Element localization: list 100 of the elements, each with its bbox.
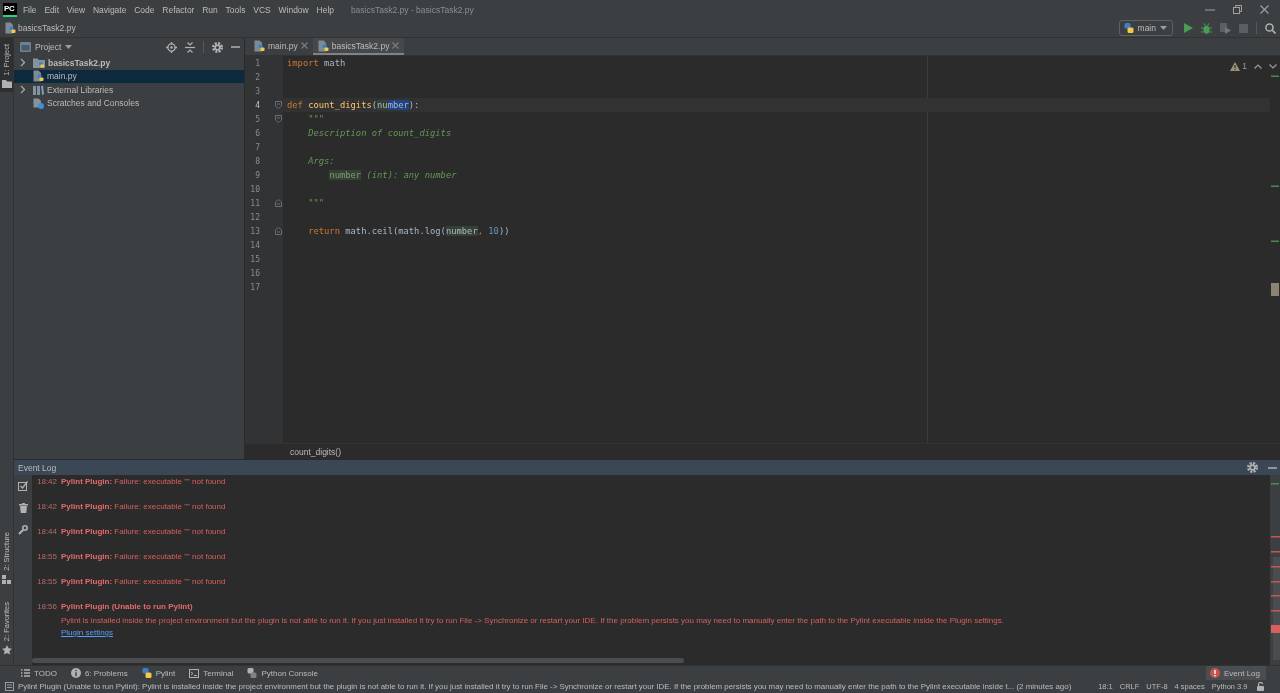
bug-icon[interactable] <box>1201 22 1212 34</box>
editor-tab[interactable]: basicsTask2.py <box>312 38 405 55</box>
menu-item[interactable]: View <box>62 4 89 15</box>
python-file-icon <box>33 70 44 83</box>
chevron-down-icon[interactable] <box>1269 63 1277 69</box>
line-number: 8 <box>254 156 260 166</box>
collapse-icon[interactable] <box>185 41 195 53</box>
lock-icon[interactable] <box>1257 682 1264 691</box>
close-icon[interactable] <box>1260 5 1269 14</box>
line-number: 6 <box>254 128 260 138</box>
python-icon <box>1123 23 1134 33</box>
line-number: 5 <box>254 114 260 124</box>
minimize-icon[interactable] <box>1268 466 1277 469</box>
code-line: def count_digits(number): <box>287 100 420 110</box>
log-message: Pylint Plugin: Failure: executable "" not found <box>61 502 226 512</box>
fold-marker-icon[interactable] <box>275 115 282 123</box>
menu-item[interactable]: Edit <box>40 4 63 15</box>
tree-item[interactable]: basicsTask2.py <box>14 56 244 70</box>
change-marker[interactable] <box>1271 75 1279 77</box>
log-time: 18:44 <box>37 527 58 537</box>
log-time: 18:55 <box>37 577 58 587</box>
crosshair-icon[interactable] <box>166 41 177 53</box>
chevron-right-icon[interactable] <box>20 85 26 95</box>
error-marker[interactable] <box>1271 566 1280 568</box>
terminal-icon <box>189 668 200 678</box>
folder-icon <box>33 57 45 68</box>
trash-icon[interactable] <box>18 503 28 513</box>
tool-window-button[interactable]: 6: Problems <box>68 666 134 680</box>
close-icon[interactable] <box>392 42 400 49</box>
breadcrumb-item[interactable]: count_digits() <box>290 446 342 457</box>
python-file-icon <box>5 22 16 34</box>
line-number: 1 <box>254 58 260 68</box>
link[interactable]: Plugin settings <box>61 627 114 639</box>
view-selector[interactable]: Project <box>20 42 73 52</box>
tool-window-button[interactable]: Pylint <box>139 666 182 680</box>
tool-window-button[interactable]: Event Log <box>1205 666 1266 680</box>
tool-window-button[interactable]: Python Console <box>245 666 324 680</box>
menu-item[interactable]: Tools <box>221 4 250 15</box>
line-number: 7 <box>254 142 260 152</box>
python-file-icon <box>317 39 329 52</box>
chevron-up-icon[interactable] <box>1254 63 1262 69</box>
menu-item[interactable]: Refactor <box>158 4 199 15</box>
menu-item[interactable]: Run <box>198 4 222 15</box>
menu-item[interactable]: Navigate <box>89 4 131 15</box>
line-number: 14 <box>249 240 260 250</box>
change-marker[interactable] <box>1271 185 1279 187</box>
search-icon[interactable] <box>1265 22 1276 34</box>
change-marker[interactable] <box>1271 483 1279 485</box>
close-icon[interactable] <box>300 42 308 49</box>
code-line: """ <box>308 198 325 208</box>
inspection-widget[interactable]: 1 <box>1230 61 1247 71</box>
tool-window-button[interactable]: TODO <box>19 666 63 680</box>
menu-item[interactable]: VCS <box>249 4 275 15</box>
run-config-dropdown[interactable]: main <box>1118 20 1173 36</box>
log-title: Pylint Plugin (Unable to run Pylint) <box>61 602 193 612</box>
line-number: 3 <box>254 86 260 96</box>
error-marker[interactable] <box>1271 610 1280 612</box>
warning-icon <box>1230 61 1241 71</box>
settings-icon[interactable] <box>212 41 223 53</box>
message-icon[interactable] <box>5 682 14 691</box>
tree-item[interactable]: main.py <box>14 69 244 83</box>
tool-window-button[interactable]: Terminal <box>187 666 240 680</box>
wrench-icon[interactable] <box>18 525 28 535</box>
minimize-icon[interactable] <box>1205 8 1215 11</box>
tree-item[interactable]: Scratches and Consoles <box>14 96 244 110</box>
menu-item[interactable]: Help <box>312 4 338 15</box>
line-number: 16 <box>249 268 260 278</box>
menu-item[interactable]: Window <box>274 4 313 15</box>
list-icon <box>21 669 30 677</box>
stripe-marker[interactable] <box>1271 283 1279 296</box>
log-message: Pylint Plugin: Failure: executable "" not found <box>61 577 226 587</box>
scrollbar-thumb[interactable] <box>32 658 684 663</box>
menu-item[interactable]: Code <box>130 4 159 15</box>
library-icon <box>33 84 44 95</box>
menu-item[interactable]: File <box>19 4 41 15</box>
log-time: 18:55 <box>37 552 58 562</box>
fold-marker-icon[interactable] <box>275 227 282 235</box>
code-line: """ <box>308 114 325 124</box>
fold-marker-icon[interactable] <box>275 101 282 109</box>
chevron-right-icon[interactable] <box>20 58 26 68</box>
editor-tab[interactable]: main.py <box>249 38 313 55</box>
code-line: Description of count_digits <box>308 128 452 138</box>
settings-icon[interactable] <box>1247 462 1258 473</box>
log-time: 18:42 <box>37 502 58 512</box>
change-marker[interactable] <box>1271 240 1279 242</box>
log-message: Pylint Plugin: Failure: executable "" not found <box>61 477 226 487</box>
fold-marker-icon[interactable] <box>275 199 282 207</box>
log-time: 18:56 <box>37 602 58 612</box>
log-time: 18:42 <box>37 477 58 487</box>
error-marker[interactable] <box>1271 536 1280 538</box>
checkbox-tick-icon[interactable] <box>18 481 28 491</box>
error-marker[interactable] <box>1271 625 1280 633</box>
error-marker[interactable] <box>1271 581 1280 583</box>
line-number: 12 <box>249 212 260 222</box>
restore-icon[interactable] <box>1233 5 1242 14</box>
error-marker[interactable] <box>1271 595 1280 597</box>
breadcrumb-item[interactable]: basicsTask2.py <box>18 23 76 33</box>
play-icon[interactable] <box>1184 23 1193 33</box>
tree-item[interactable]: External Libraries <box>14 83 244 97</box>
error-marker[interactable] <box>1271 551 1280 553</box>
